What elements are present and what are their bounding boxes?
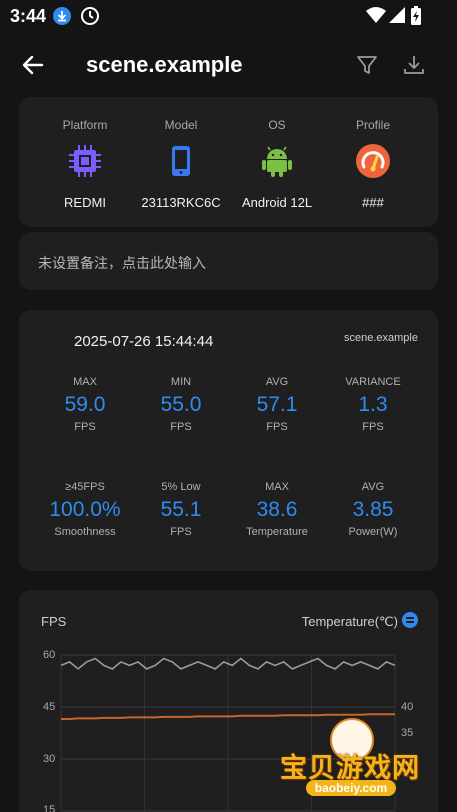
stat-value: 55.1 [160,498,202,521]
wifi-icon [366,7,386,23]
stat-5pct-low: 5% Low 55.1 FPS [129,481,233,538]
profile-label: Profile [355,118,390,132]
stat-value: 59.0 [64,393,106,416]
stat-unit: FPS [266,421,288,433]
stat-label: VARIANCE [345,376,401,388]
stat-min-fps: MIN 55.0 FPS [129,376,233,433]
note-placeholder: 未设置备注，点击此处输入 [38,255,206,271]
profile-value: ### [362,195,384,210]
platform-value: REDMI [64,195,106,210]
stat-label: AVG [265,376,289,388]
stat-max-temperature: MAX 38.6 Temperature [225,481,329,538]
app-bar: scene.example [0,40,457,90]
back-arrow-icon[interactable] [20,52,46,78]
stat-value: 100.0% [49,498,121,521]
os-value: Android 12L [241,195,313,210]
stats-card: 2025-07-26 15:44:44 scene.example MAX 59… [19,310,438,571]
device-info-card: Platform REDMI Model 23113RKC6C OS Andro… [19,97,438,227]
os-label: OS [268,118,286,132]
stat-unit: FPS [362,421,384,433]
cell-signal-icon [389,7,405,23]
session-datetime: 2025-07-26 15:44:44 [74,333,214,350]
stat-label: MAX [73,376,97,388]
stat-label: ≥45FPS [65,481,105,493]
stat-variance-fps: VARIANCE 1.3 FPS [321,376,425,433]
phone-icon [172,146,190,176]
stat-unit: FPS [170,526,192,538]
stat-value: 38.6 [256,498,298,521]
stat-smoothness: ≥45FPS 100.0% Smoothness [33,481,137,538]
model-value: 23113RKC6C [141,195,221,210]
platform-label: Platform [62,118,108,132]
model-label: Model [164,118,198,132]
battery-charging-icon [411,6,421,25]
stat-value: 3.85 [352,498,394,521]
cpu-icon [69,145,101,177]
page-title: scene.example [86,52,243,77]
clock-icon [81,7,99,25]
stat-value: 57.1 [256,393,298,416]
note-input[interactable]: 未设置备注，点击此处输入 [19,232,438,290]
download-notification-icon [53,7,71,25]
android-icon [262,146,292,177]
watermark-url: baobeiy.com [306,780,396,796]
stat-unit: FPS [170,421,192,433]
stat-max-fps: MAX 59.0 FPS [33,376,137,433]
stat-label: 5% Low [161,481,201,493]
stat-unit: Smoothness [54,526,116,538]
stat-unit: Temperature [246,526,308,538]
stat-unit: Power(W) [348,526,398,538]
site-watermark: 宝贝游戏网 baobeiy.com [280,718,430,812]
stat-label: AVG [361,481,385,493]
session-app-name: scene.example [344,332,418,344]
stat-value: 55.0 [160,393,202,416]
stat-avg-fps: AVG 57.1 FPS [225,376,329,433]
status-time: 3:44 [10,6,47,26]
stat-unit: FPS [74,421,96,433]
filter-icon[interactable] [354,52,380,78]
stat-avg-power: AVG 3.85 Power(W) [321,481,425,538]
download-icon[interactable] [401,52,427,78]
stat-label: MAX [265,481,289,493]
stat-value: 1.3 [358,393,388,416]
status-bar: 3:44 [0,0,457,32]
stat-label: MIN [170,376,192,388]
speedometer-icon [356,144,390,178]
